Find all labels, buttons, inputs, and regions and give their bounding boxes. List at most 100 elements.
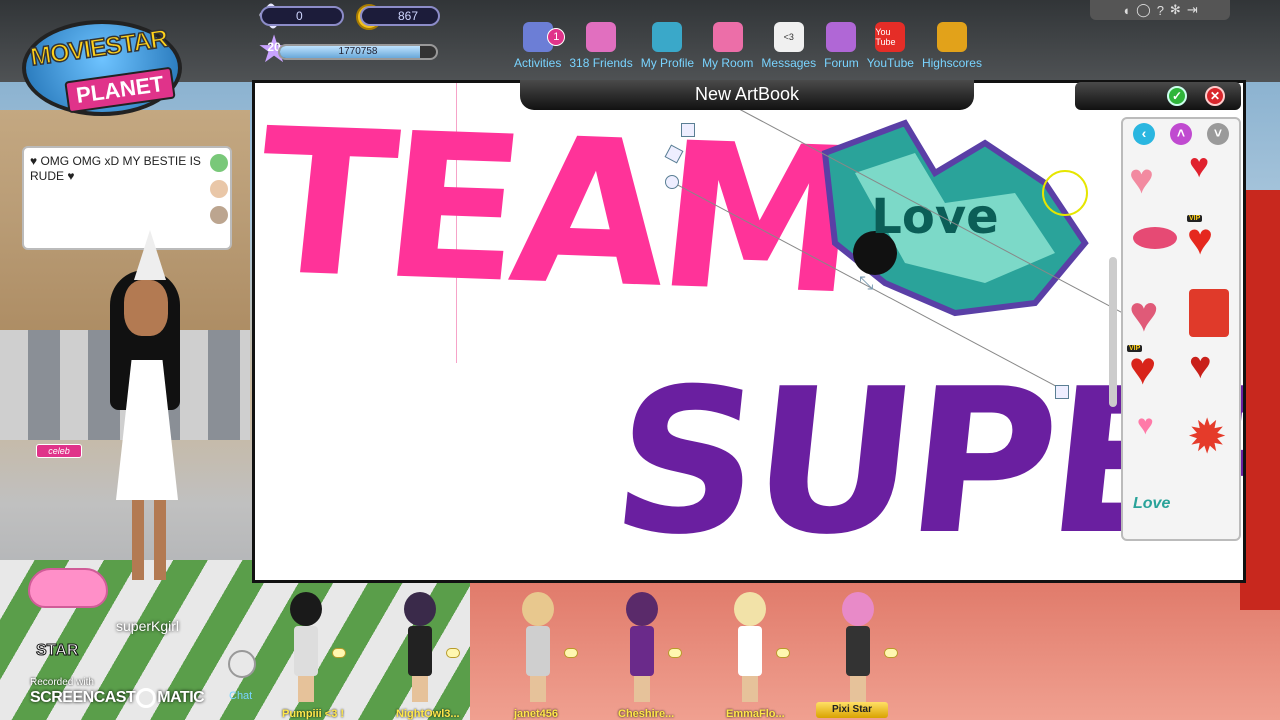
scroll-up-button[interactable]: ˄ — [1170, 123, 1192, 145]
chat-button-label[interactable]: Chat — [229, 690, 252, 702]
red-heart-sticker[interactable]: ♥ — [1187, 215, 1213, 265]
nav-my-profile[interactable]: My Profile — [637, 8, 698, 70]
close-button[interactable]: ✕ — [1205, 86, 1225, 106]
nav-label: YouTube — [866, 56, 914, 70]
sound-icon[interactable]: ◖ — [1122, 3, 1130, 18]
prev-page-button[interactable]: ‹ — [1133, 123, 1155, 145]
trophy-icon — [936, 22, 967, 52]
fame-progress-bar: 1770758 — [278, 44, 438, 60]
flip-handle[interactable] — [665, 175, 679, 189]
lips-sticker[interactable] — [1133, 227, 1177, 249]
avatar-head — [626, 592, 658, 626]
starcoins-counter[interactable]: 867 — [360, 6, 440, 26]
sticker-panel: ‹ ˄ ˅ ♥ ♥ VIP ♥ ♥ VIP ♥ ♥ ♥ ✹ Love — [1121, 117, 1241, 541]
chat-bubble-icon[interactable] — [884, 648, 898, 658]
confirm-button[interactable]: ✓ — [1167, 86, 1187, 106]
system-toolbar: ◖ ◯ ? ✻ ⇥ — [1090, 0, 1230, 20]
canvas-scrollbar[interactable] — [1109, 257, 1117, 407]
recorder-line1: Recorded with — [30, 677, 94, 688]
bubble-avatar-1[interactable] — [210, 154, 228, 172]
moviestarplanet-logo[interactable]: MOVIESTAR PLANET — [12, 12, 192, 124]
chat-bubble-icon[interactable] — [564, 648, 578, 658]
nav-highscores[interactable]: Highscores — [918, 8, 986, 70]
avatar-head — [522, 592, 554, 626]
diamonds-value: 0 — [296, 9, 303, 23]
crowd-avatar[interactable] — [622, 592, 662, 702]
heart-burst-sticker[interactable]: ✹ — [1187, 409, 1227, 465]
nav-my-room[interactable]: My Room — [698, 8, 757, 70]
bubble-avatar-2[interactable] — [210, 180, 228, 198]
chat-button[interactable] — [228, 650, 256, 678]
crowd-avatar[interactable] — [730, 592, 770, 702]
settings-icon[interactable]: ✻ — [1170, 2, 1181, 18]
avatar-body — [630, 626, 654, 676]
crowd-avatar[interactable] — [518, 592, 558, 702]
nav-label: Forum — [824, 56, 859, 70]
fullscreen-icon[interactable]: ◯ — [1136, 2, 1151, 18]
avatar-leg-left — [132, 500, 144, 580]
chat-message: ♥ OMG OMG xD MY BESTIE IS RUDE ♥ — [30, 154, 201, 183]
broken-heart-sticker[interactable]: ♥ — [1129, 341, 1156, 395]
help-icon[interactable]: ? — [1157, 3, 1164, 18]
chat-bubble-icon[interactable] — [332, 648, 346, 658]
nav-label: My Profile — [640, 56, 695, 70]
nav-forum[interactable]: Forum — [820, 8, 863, 70]
avatar-head — [404, 592, 436, 626]
speech-bubble-icon: <3 — [773, 22, 804, 52]
sticker-panel-nav: ‹ ˄ ˅ — [1123, 119, 1239, 149]
crowd-name: Cheshire... — [618, 708, 675, 720]
avatar-face — [124, 280, 168, 336]
heart-rings-sticker[interactable]: ♥ — [1189, 345, 1212, 388]
crowd-name: janet456 — [514, 708, 559, 720]
scroll-down-button[interactable]: ˅ — [1207, 123, 1229, 145]
nav-messages[interactable]: <3 Messages — [757, 8, 820, 70]
record-dot-icon — [136, 688, 157, 708]
friends-icon — [586, 22, 617, 52]
red-wall — [1240, 190, 1280, 610]
move-arrows-icon[interactable]: ⤡ — [859, 273, 873, 294]
main-nav: Activities 1 318 Friends My Profile My Room <… — [510, 8, 986, 70]
scale-handle[interactable] — [1055, 385, 1069, 399]
heart-magnifier-sticker[interactable]: ♥ — [1129, 155, 1154, 203]
recorder-watermark: SCREENCAST MATIC — [30, 688, 205, 708]
heart-lock-sticker[interactable]: ♥ — [1129, 285, 1159, 343]
nav-activities[interactable]: Activities 1 — [510, 8, 566, 70]
chat-bubble-icon[interactable] — [668, 648, 682, 658]
nav-label: Activities — [514, 56, 562, 70]
recorder-line2-a: SCREENCAST — [30, 689, 136, 707]
avatar-legs — [850, 676, 866, 702]
avatar-head — [290, 592, 322, 626]
artbook-canvas[interactable]: TEAM SUPER Love ⤡ ‹ ˄ ˅ ♥ ♥ VIP ♥ ♥ VIP … — [255, 83, 1243, 580]
nav-label: Highscores — [921, 56, 982, 70]
avatar-legs — [634, 676, 650, 702]
star-vip-badge[interactable]: STAR — [35, 642, 78, 660]
heart-balloon-sticker[interactable]: ♥ — [1189, 147, 1209, 186]
bubble-avatar-3[interactable] — [210, 206, 228, 224]
pink-heart-sticker[interactable]: ♥ — [1137, 409, 1154, 441]
avatar-legs — [412, 676, 428, 702]
chat-bubble-icon[interactable] — [446, 648, 460, 658]
piggy-bank-icon[interactable] — [28, 568, 108, 608]
artbook-controls: ✓ ✕ — [1075, 82, 1241, 110]
diamonds-counter[interactable]: 0 — [260, 6, 344, 26]
avatar-body — [408, 626, 432, 676]
logout-icon[interactable]: ⇥ — [1187, 2, 1198, 18]
nav-318-friends[interactable]: 318 Friends — [565, 8, 636, 70]
nav-youtube[interactable]: You Tube YouTube — [863, 8, 918, 70]
profile-book-icon — [652, 22, 683, 52]
player-avatar[interactable] — [100, 230, 210, 600]
avatar-head — [842, 592, 874, 626]
chat-bubble-icon[interactable] — [776, 648, 790, 658]
crowd-avatar[interactable] — [400, 592, 440, 702]
team-text-sticker[interactable]: TEAM — [255, 86, 863, 340]
starcoins-value: 867 — [398, 9, 419, 23]
house-icon — [712, 22, 743, 52]
pixi-star-tag: Pixi Star — [816, 702, 888, 718]
crowd-avatar[interactable] — [286, 592, 326, 702]
crowd-avatar[interactable] — [838, 592, 878, 702]
rotate-handle[interactable] — [681, 123, 695, 137]
avatar-leg-right — [154, 500, 166, 580]
love-mini-sticker[interactable]: Love — [1133, 495, 1170, 513]
avatar-body — [846, 626, 870, 676]
gift-bag-sticker[interactable] — [1189, 289, 1229, 337]
